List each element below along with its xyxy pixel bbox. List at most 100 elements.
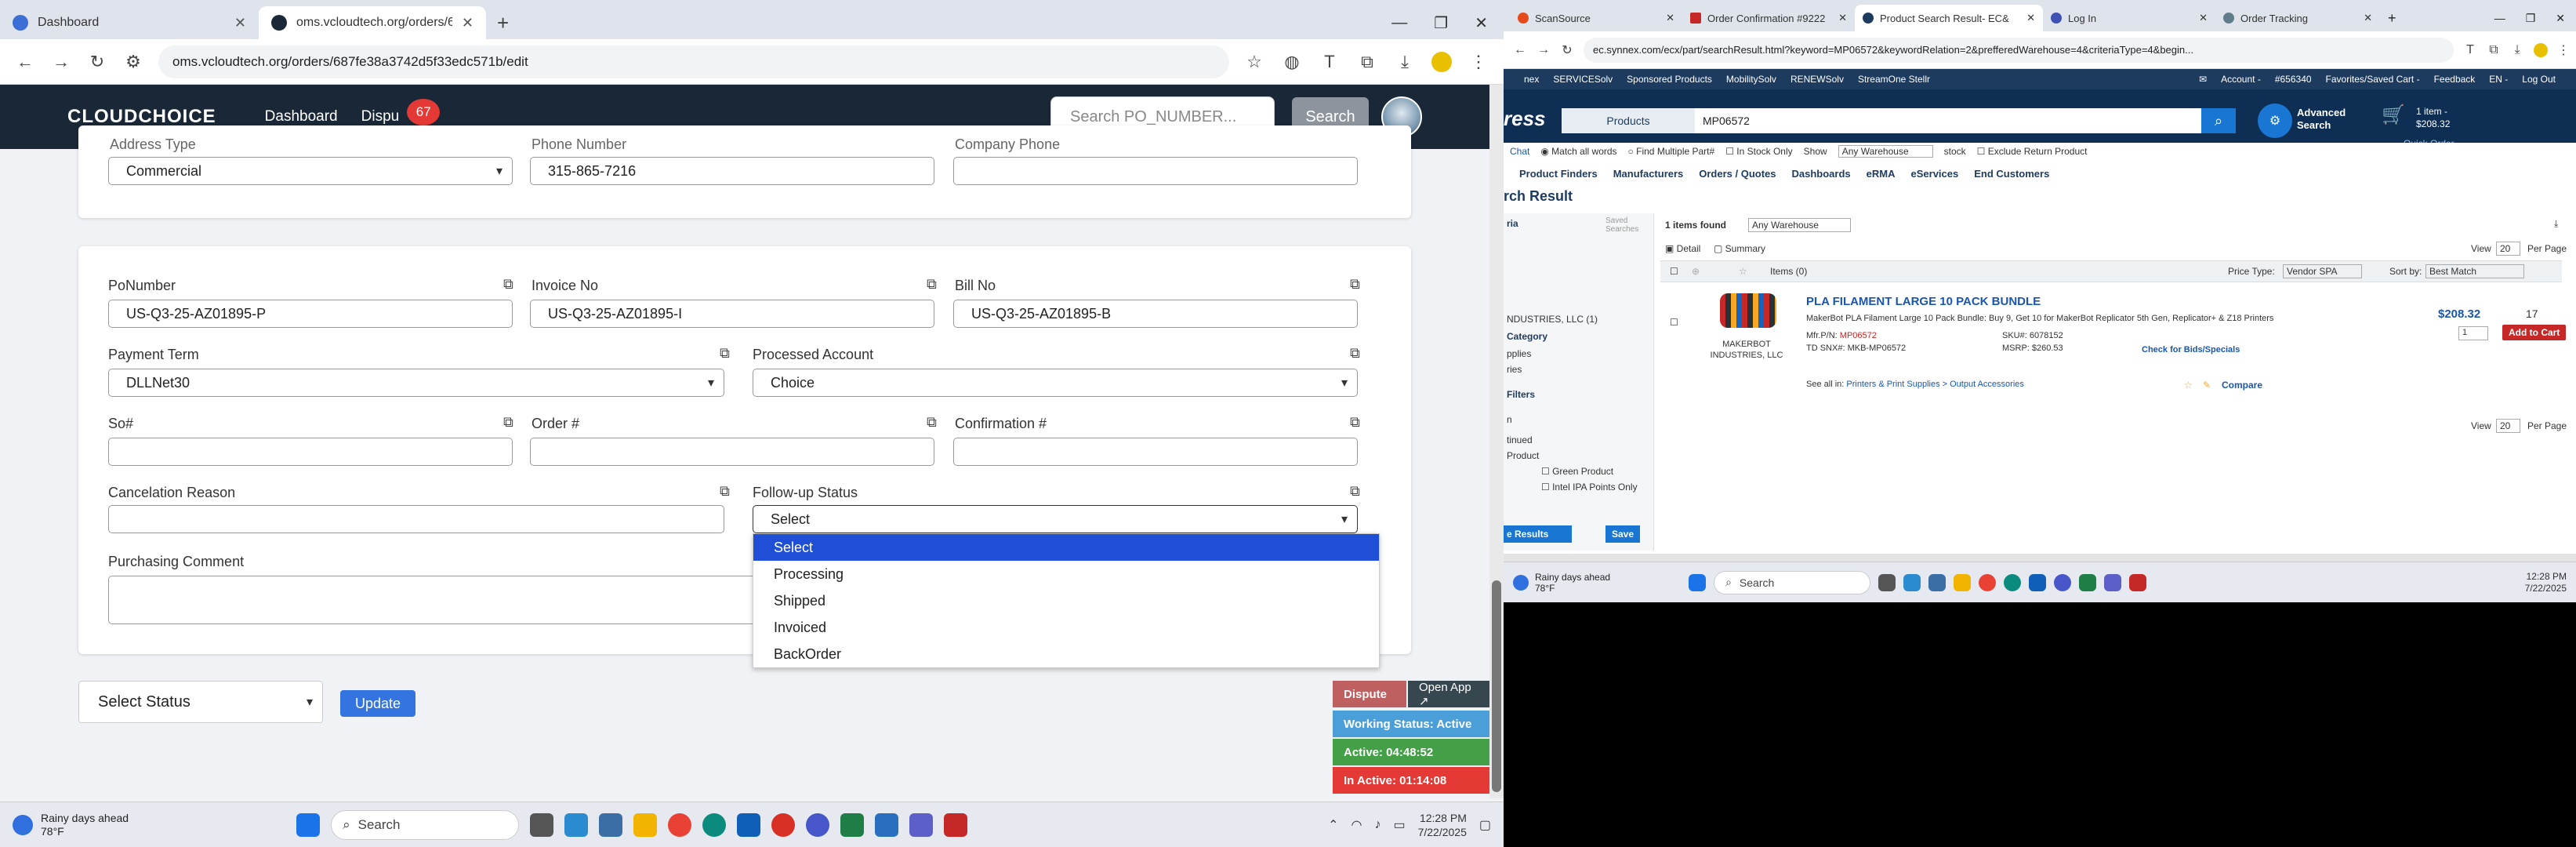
detail-view-toggle[interactable]: ▣ Detail <box>1665 243 1700 254</box>
save-search-button[interactable]: Save <box>1605 525 1641 543</box>
po-number-input[interactable]: US-Q3-25-AZ01895-P <box>108 300 513 328</box>
close-icon[interactable]: ✕ <box>1666 12 1674 24</box>
copy-icon[interactable]: ⧉ <box>927 414 937 431</box>
find-multiple-radio[interactable]: ○ Find Multiple Part# <box>1628 146 1715 157</box>
strip-item[interactable]: SERVICESolv <box>1553 74 1613 85</box>
close-icon[interactable]: ✕ <box>2199 12 2208 24</box>
app-icon[interactable] <box>1928 573 1947 591</box>
cart-summary[interactable]: 1 item - $208.32 <box>2416 105 2450 130</box>
confirmation-input[interactable] <box>953 438 1358 466</box>
sort-select[interactable]: Best Match <box>2425 264 2525 278</box>
reload-icon[interactable]: ↻ <box>1560 42 1574 58</box>
weather-widget[interactable]: Rainy days ahead 78°F <box>41 812 129 838</box>
profile-icon[interactable] <box>1431 51 1452 72</box>
file-explorer-icon[interactable] <box>633 812 658 837</box>
copy-icon[interactable]: ⧉ <box>1350 483 1360 500</box>
new-tab-icon[interactable]: + <box>2380 5 2404 31</box>
notification-icon[interactable]: ▢ <box>1479 817 1491 833</box>
product-search-input[interactable]: MP06572 <box>1695 108 2201 133</box>
chrome-profile-icon[interactable] <box>771 812 796 837</box>
feedback-link[interactable]: Feedback <box>2434 74 2476 85</box>
exclude-return-checkbox[interactable]: ☐ Exclude Return Product <box>1977 146 2088 157</box>
outlook-icon[interactable] <box>737 812 761 837</box>
account-menu[interactable]: Account - <box>2221 74 2261 85</box>
excel-icon[interactable] <box>840 812 865 837</box>
strip-item[interactable]: Sponsored Products <box>1627 74 1712 85</box>
menu-erma[interactable]: eRMA <box>1867 168 1896 180</box>
cancelation-reason-input[interactable] <box>108 505 724 533</box>
zoom-icon[interactable] <box>2054 573 2072 591</box>
bill-input[interactable]: US-Q3-25-AZ01895-B <box>953 300 1358 328</box>
cart-icon[interactable]: 🛒 <box>2382 104 2405 126</box>
outlook-icon[interactable] <box>2029 573 2047 591</box>
new-tab-icon[interactable]: + <box>486 6 520 39</box>
check-bids-link[interactable]: Check for Bids/Specials <box>2142 345 2240 354</box>
puzzle-icon[interactable]: ⧉ <box>2487 43 2501 57</box>
text-icon[interactable]: T <box>1319 52 1341 72</box>
close-icon[interactable]: ✕ <box>2364 12 2372 24</box>
quantity-input[interactable]: 1 <box>2458 326 2488 340</box>
excel-icon[interactable] <box>2079 573 2097 591</box>
copy-icon[interactable]: ⧉ <box>1350 414 1360 431</box>
update-button[interactable]: Update <box>340 690 415 717</box>
menu-dashboards[interactable]: Dashboards <box>1792 168 1851 180</box>
quote-icon[interactable]: ✎ <box>2203 380 2211 391</box>
strip-item[interactable]: nex <box>1524 74 1539 85</box>
tab-order-confirmation[interactable]: Order Confirmation #92224 ✕ <box>1682 5 1855 31</box>
chat-link[interactable]: Chat <box>1510 146 1529 157</box>
filter-item[interactable]: n <box>1507 414 1512 425</box>
refine-results-button[interactable]: e Results <box>1504 525 1573 543</box>
app-icon[interactable] <box>599 812 623 837</box>
mail-icon[interactable]: ✉ <box>2199 74 2207 85</box>
copy-icon[interactable]: ⧉ <box>1350 276 1360 293</box>
download-icon[interactable]: ⤓ <box>1394 52 1416 72</box>
bookmark-star-icon[interactable]: ☆ <box>1243 52 1265 72</box>
product-image[interactable] <box>1720 293 1776 328</box>
app-icon[interactable] <box>1903 573 1921 591</box>
address-type-select[interactable]: Commercial <box>108 157 513 185</box>
forward-icon[interactable]: → <box>1537 43 1551 57</box>
chevron-up-icon[interactable]: ⌃ <box>1328 817 1338 833</box>
so-input[interactable] <box>108 438 513 466</box>
close-window-icon[interactable]: ✕ <box>2556 12 2565 25</box>
minimize-icon[interactable]: — <box>2494 12 2505 24</box>
filter-item[interactable]: Product <box>1507 450 1539 461</box>
copy-icon[interactable]: ⧉ <box>503 414 513 431</box>
taskbar-search[interactable]: ⌕ Search <box>1714 570 1871 594</box>
product-name-link[interactable]: PLA FILAMENT LARGE 10 PACK BUNDLE <box>1806 295 2041 308</box>
option-processing[interactable]: Processing <box>753 561 1379 587</box>
edge-icon[interactable] <box>2004 573 2022 591</box>
search-category-select[interactable]: Products <box>1562 108 1695 133</box>
category-link[interactable]: Printers & Print Supplies > Output Acces… <box>1846 380 2024 389</box>
advanced-search-icon[interactable]: ⚙ <box>2258 104 2292 138</box>
strip-item[interactable]: StreamOne Stellr <box>1858 74 1930 85</box>
volume-icon[interactable]: ♪ <box>1374 818 1381 832</box>
restore-icon[interactable]: ❐ <box>1434 13 1448 33</box>
favorite-star-icon[interactable]: ☆ <box>1739 266 1747 277</box>
per-page-select-bottom[interactable]: 20 <box>2496 419 2521 433</box>
pdf-icon[interactable] <box>944 812 968 837</box>
copy-icon[interactable]: ⧉ <box>1350 345 1360 362</box>
nav-dashboard[interactable]: Dashboard <box>265 108 338 125</box>
tab-dashboard[interactable]: Dashboard ✕ <box>0 6 259 39</box>
edge-icon[interactable] <box>702 812 727 837</box>
category-item[interactable]: ries <box>1507 364 1522 375</box>
weather-widget[interactable]: Rainy days ahead 78°F <box>1535 572 1610 594</box>
in-stock-checkbox[interactable]: ☐ In Stock Only <box>1725 146 1792 157</box>
file-explorer-icon[interactable] <box>1954 573 1972 591</box>
manufacturer-filter[interactable]: NDUSTRIES, LLC (1) <box>1507 314 1598 325</box>
address-bar[interactable]: ec.synnex.com/ecx/part/searchResult.html… <box>1584 37 2454 63</box>
strip-item[interactable]: MobilitySolv <box>1726 74 1776 85</box>
address-bar[interactable]: oms.vcloudtech.org/orders/687fe38a3742d5… <box>158 45 1229 78</box>
language-menu[interactable]: EN - <box>2489 74 2508 85</box>
logout-link[interactable]: Log Out <box>2522 74 2556 85</box>
copy-icon[interactable]: ⧉ <box>720 483 730 500</box>
menu-orders-quotes[interactable]: Orders / Quotes <box>1699 168 1776 180</box>
scrollbar-thumb[interactable] <box>1492 580 1501 792</box>
search-icon[interactable]: ⌕ <box>2201 108 2236 133</box>
compare-link[interactable]: Compare <box>2222 380 2262 391</box>
status-select[interactable]: Select Status <box>78 681 323 723</box>
site-info-icon[interactable]: ⚙ <box>122 52 144 72</box>
network-icon[interactable]: ◠ <box>1351 817 1362 833</box>
option-select[interactable]: Select <box>753 534 1379 561</box>
